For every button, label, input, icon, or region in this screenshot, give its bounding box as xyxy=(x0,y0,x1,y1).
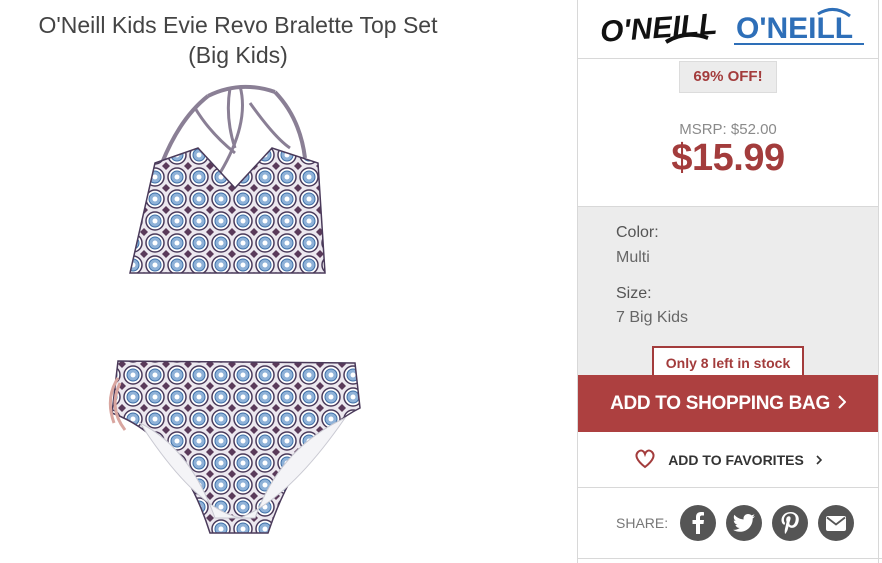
sale-price: $15.99 xyxy=(671,137,785,179)
add-to-favorites-label: ADD TO FAVORITES xyxy=(668,452,804,468)
size-label: Size: xyxy=(616,285,652,302)
brand-row: O'NEILL O'NEILL xyxy=(578,0,878,59)
discount-badge: 69% OFF! xyxy=(679,61,777,93)
brand-logo-oneill-blue[interactable]: O'NEILL xyxy=(734,4,869,57)
chevron-right-icon xyxy=(816,452,822,468)
pinterest-icon[interactable] xyxy=(772,505,809,541)
size-value[interactable]: 7 Big Kids xyxy=(616,309,688,327)
product-panel: O'NEILL O'NEILL 69% OFF! MSRP: $52.00 $1… xyxy=(577,0,882,563)
svg-text:O'NEILL: O'NEILL xyxy=(736,12,853,45)
facebook-icon[interactable] xyxy=(680,505,717,541)
twitter-icon[interactable] xyxy=(726,505,763,541)
product-image[interactable] xyxy=(100,78,370,543)
color-value[interactable]: Multi xyxy=(616,249,650,267)
share-row: SHARE: xyxy=(578,488,882,559)
email-icon[interactable] xyxy=(818,505,855,541)
share-label: SHARE: xyxy=(616,515,669,531)
product-title: O'Neill Kids Evie Revo Bralette Top Set … xyxy=(38,12,438,68)
add-to-favorites-button[interactable]: ADD TO FAVORITES xyxy=(578,433,878,488)
chevron-right-icon xyxy=(838,393,847,415)
brand-logo-oneill-black[interactable]: O'NEILL xyxy=(596,2,718,57)
add-to-bag-button[interactable]: ADD TO SHOPPING BAG xyxy=(578,375,878,432)
heart-icon xyxy=(634,449,656,472)
stock-badge: Only 8 left in stock xyxy=(652,346,804,376)
svg-text:O'NEILL: O'NEILL xyxy=(599,8,716,49)
color-label: Color: xyxy=(616,224,659,241)
msrp-price: MSRP: $52.00 xyxy=(679,121,777,138)
add-to-bag-label: ADD TO SHOPPING BAG xyxy=(610,392,830,414)
